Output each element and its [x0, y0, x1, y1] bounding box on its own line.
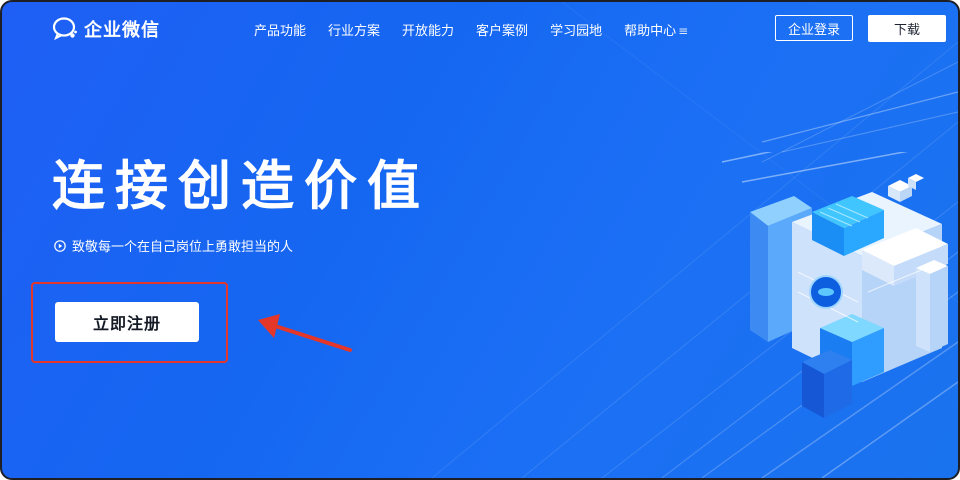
download-button[interactable]: 下载 [868, 15, 946, 42]
nav-item-industry-solutions[interactable]: 行业方案 [328, 20, 380, 39]
page-frame: 企业微信 产品功能 行业方案 开放能力 客户案例 学习园地 帮助中心 ≡ 企业登录… [0, 0, 960, 480]
nav-item-product-features[interactable]: 产品功能 [254, 20, 306, 39]
enterprise-login-button[interactable]: 企业登录 [775, 15, 853, 41]
nav-item-help-center[interactable]: 帮助中心 ≡ [624, 20, 688, 39]
top-navigation-bar: 企业微信 产品功能 行业方案 开放能力 客户案例 学习园地 帮助中心 ≡ 企业登录… [2, 2, 958, 56]
nav-item-learning-center[interactable]: 学习园地 [550, 20, 602, 39]
nav-item-open-capabilities[interactable]: 开放能力 [402, 20, 454, 39]
brand-logo[interactable]: 企业微信 [52, 16, 160, 42]
hero-title: 连接创造价值 [52, 156, 430, 217]
register-now-button[interactable]: 立即注册 [55, 302, 199, 342]
menu-icon: ≡ [678, 24, 689, 38]
main-nav: 产品功能 行业方案 开放能力 客户案例 学习园地 帮助中心 ≡ [254, 20, 688, 39]
nav-item-help-center-label: 帮助中心 [624, 24, 677, 39]
hero-subtitle-link[interactable]: 致敬每一个在自己岗位上勇敢担当的人 [54, 236, 293, 255]
hero-subtitle: 致敬每一个在自己岗位上勇敢担当的人 [72, 240, 294, 255]
brand-name: 企业微信 [84, 20, 160, 41]
nav-item-customer-cases[interactable]: 客户案例 [476, 20, 528, 39]
wecom-logo-icon [52, 17, 77, 41]
annotation-arrow-icon [258, 314, 352, 352]
play-circle-icon [54, 239, 66, 252]
isometric-cube-illustration [721, 152, 948, 418]
